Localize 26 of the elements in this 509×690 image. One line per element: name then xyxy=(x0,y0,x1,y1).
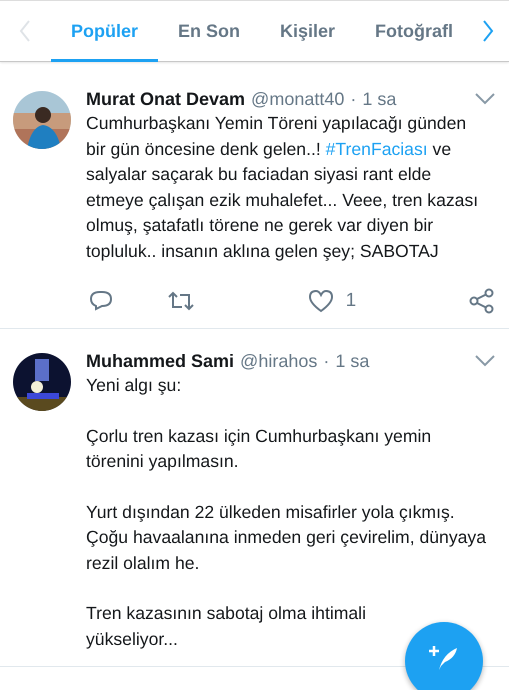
user-name[interactable]: Muhammed Sami xyxy=(86,349,234,373)
user-handle[interactable]: @monatt40 xyxy=(251,87,344,111)
heart-icon[interactable] xyxy=(308,289,334,313)
scroll-right-icon[interactable] xyxy=(481,19,495,43)
tweet-time: 1 sa xyxy=(362,88,396,111)
user-handle[interactable]: @hirahos xyxy=(240,349,318,373)
separator: · xyxy=(350,88,356,111)
tab[interactable]: Popüler xyxy=(51,0,158,62)
separator: · xyxy=(323,350,330,373)
user-name[interactable]: Murat Onat Devam xyxy=(86,87,246,111)
caret-icon[interactable] xyxy=(475,355,495,367)
hashtag-link[interactable]: #TrenFaciası xyxy=(326,138,428,158)
tweet-text: Yeni algı şu: xyxy=(86,374,182,397)
caret-icon[interactable] xyxy=(475,93,495,105)
tweet-text: Yurt dışından 22 ülkeden misafirler yola çıkmış. Çoğu havaalanına inmeden geri çevirelim, dünyaya rezil olalım he. xyxy=(86,500,486,574)
like-count: 1 xyxy=(346,290,356,312)
tweet-text: Çorlu tren kazası için Cumhurbaşkanı yemin törenini yapılmasın. xyxy=(86,424,432,473)
tab[interactable]: Fotoğrafl xyxy=(355,0,474,62)
compose-tweet-button[interactable] xyxy=(405,622,483,690)
retweet-icon[interactable] xyxy=(166,289,195,313)
tab[interactable]: En Son xyxy=(158,0,260,62)
tweet-text: Cumhurbaşkanı Yemin Töreni yapılacağı günden bir gün öncesine denk gelen..! #TrenFaciası ve salyalar saçarak bu faciadan siyasi rant elde etmeye çalışan ezik muhalefet... Veee, tren kazası olmuş, şatafatlı törene ne gerek var diyen bir topluluk.. insanın aklına gelen şey; SABOTAJ xyxy=(86,112,480,263)
tab[interactable]: Kişiler xyxy=(260,0,356,62)
tweet-time: 1 sa xyxy=(335,350,370,373)
tweet-text: Tren kazasının sabotaj olma ihtimali yükseliyor... xyxy=(86,602,367,651)
share-icon[interactable] xyxy=(468,288,495,314)
